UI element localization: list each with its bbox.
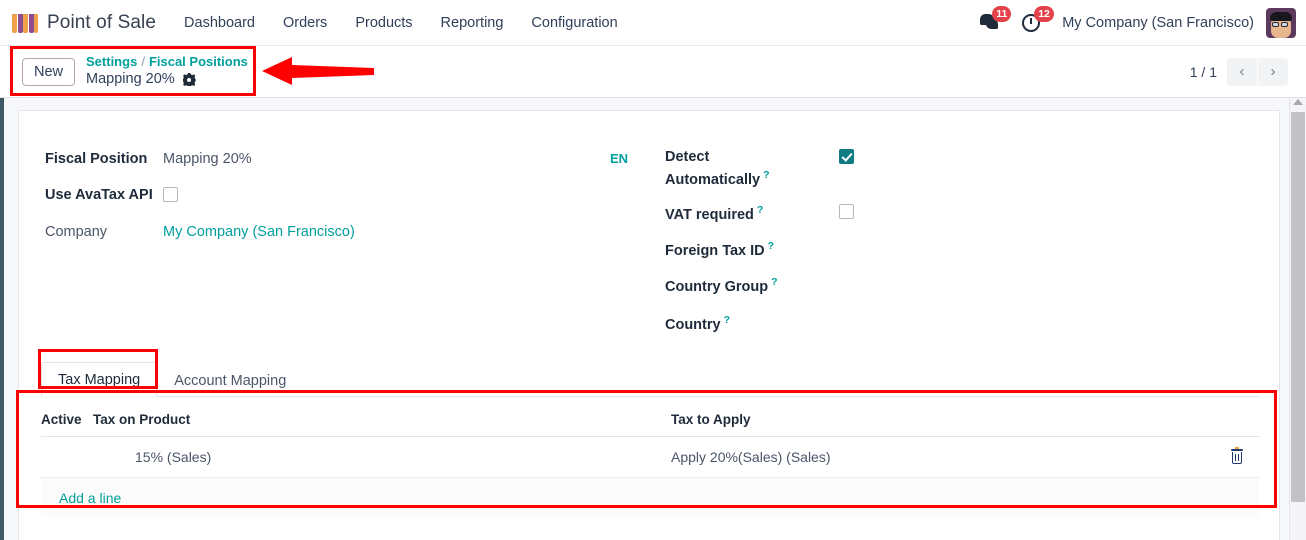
add-line-row: Add a line [41, 478, 1259, 517]
messages-button[interactable]: 11 [980, 6, 1012, 31]
scrollbar-thumb[interactable] [1291, 112, 1305, 502]
table-header-row: Active Tax on Product Tax to Apply [41, 403, 1259, 437]
breadcrumb-item-settings[interactable]: Settings [86, 54, 137, 69]
breadcrumb-separator: / [141, 54, 145, 69]
menu-item-orders[interactable]: Orders [269, 0, 341, 46]
column-header-tax-to-apply[interactable]: Tax to Apply [671, 412, 1215, 427]
country-group-label: Country Group? [665, 276, 778, 295]
foreign-tax-id-label-text: Foreign Tax ID [665, 242, 765, 259]
menu-item-reporting[interactable]: Reporting [427, 0, 518, 46]
field-use-avatax-api: Use AvaTax API [45, 187, 178, 203]
vertical-scrollbar[interactable] [1289, 98, 1306, 540]
brand-home-link[interactable]: Point of Sale [0, 0, 170, 46]
tab-account-mapping[interactable]: Account Mapping [157, 363, 303, 397]
fiscal-position-label: Fiscal Position [45, 151, 148, 167]
content-area: Fiscal Position Mapping 20% EN Use AvaTa… [0, 98, 1306, 540]
tax-mapping-table: Active Tax on Product Tax to Apply 15% (… [41, 403, 1259, 517]
company-label: Company [45, 224, 108, 240]
messages-count-badge: 11 [992, 6, 1012, 22]
use-avatax-api-checkbox[interactable] [163, 187, 178, 202]
company-value-link[interactable]: My Company (San Francisco) [163, 224, 355, 240]
pager-count: 1 / 1 [1189, 63, 1217, 80]
company-switcher[interactable]: My Company (San Francisco) [1062, 15, 1254, 31]
row-delete-button[interactable] [1215, 447, 1259, 465]
column-header-tax-on-product[interactable]: Tax on Product [93, 412, 671, 427]
navbar-right: 11 12 My Company (San Francisco) [980, 0, 1306, 46]
country-label: Country? [665, 314, 730, 333]
form-sheet: Fiscal Position Mapping 20% EN Use AvaTa… [18, 110, 1280, 540]
vat-required-help-icon[interactable]: ? [757, 204, 763, 216]
country-group-label-text: Country Group [665, 278, 769, 295]
brand-name: Point of Sale [47, 11, 157, 33]
trash-icon [1230, 447, 1244, 465]
user-avatar[interactable] [1266, 7, 1296, 38]
activities-count-badge: 12 [1034, 5, 1054, 22]
table-row[interactable]: 15% (Sales) Apply 20%(Sales) (Sales) [41, 437, 1259, 478]
record-title: Mapping 20% [86, 71, 175, 87]
fiscal-position-value[interactable]: Mapping 20% [163, 151, 252, 167]
control-panel: New Settings / Fiscal Positions Mapping 20… [0, 46, 1306, 98]
pager: 1 / 1 ‹ › [1189, 57, 1306, 86]
column-header-active[interactable]: Active [41, 412, 93, 427]
detect-automatically-help-icon[interactable]: ? [763, 169, 769, 181]
use-avatax-api-label: Use AvaTax API [45, 187, 153, 203]
country-help-icon[interactable]: ? [724, 314, 730, 326]
menu-item-products[interactable]: Products [341, 0, 426, 46]
pager-next-button[interactable]: › [1258, 57, 1288, 86]
cell-tax-to-apply[interactable]: Apply 20%(Sales) (Sales) [671, 449, 1215, 465]
detect-automatically-label-line1: Detect [665, 149, 710, 165]
new-button[interactable]: New [22, 57, 76, 86]
activities-button[interactable]: 12 [1022, 5, 1054, 32]
menu-item-configuration[interactable]: Configuration [517, 0, 631, 46]
notebook-tabs: Tax Mapping Account Mapping [41, 361, 1259, 397]
field-fiscal-position: Fiscal Position Mapping 20% [45, 151, 252, 167]
foreign-tax-id-label: Foreign Tax ID? [665, 240, 774, 259]
breadcrumb: New Settings / Fiscal Positions Mapping 20… [0, 46, 248, 97]
scroll-up-arrow-icon[interactable] [1293, 99, 1303, 105]
detect-automatically-checkbox[interactable] [839, 149, 854, 164]
detect-automatically-label-line2: Automatically [665, 171, 761, 188]
gear-icon[interactable] [183, 73, 196, 86]
country-label-text: Country [665, 316, 721, 333]
cell-tax-on-product[interactable]: 15% (Sales) [93, 449, 671, 465]
field-company: Company My Company (San Francisco) [45, 224, 355, 240]
add-a-line-link[interactable]: Add a line [41, 490, 121, 506]
tab-tax-mapping[interactable]: Tax Mapping [41, 362, 158, 397]
top-navbar: Point of Sale Dashboard Orders Products … [0, 0, 1306, 46]
translate-language-badge[interactable]: EN [610, 151, 628, 166]
detect-automatically-label: Detect Automatically? [665, 149, 845, 188]
menu-item-dashboard[interactable]: Dashboard [170, 0, 269, 46]
vat-required-checkbox[interactable] [839, 204, 854, 219]
main-menu: Dashboard Orders Products Reporting Conf… [170, 0, 632, 46]
breadcrumb-current: Mapping 20% [86, 70, 248, 89]
country-group-help-icon[interactable]: ? [771, 276, 777, 288]
breadcrumb-texts: Settings / Fiscal Positions Mapping 20% [86, 54, 248, 89]
vat-required-label-text: VAT required [665, 206, 754, 223]
pos-awning-icon [12, 12, 38, 34]
pager-previous-button[interactable]: ‹ [1227, 57, 1257, 86]
foreign-tax-id-help-icon[interactable]: ? [768, 240, 774, 252]
breadcrumb-item-fiscal-positions[interactable]: Fiscal Positions [149, 54, 248, 69]
breadcrumb-path: Settings / Fiscal Positions [86, 54, 248, 70]
vat-required-label: VAT required? [665, 204, 763, 223]
